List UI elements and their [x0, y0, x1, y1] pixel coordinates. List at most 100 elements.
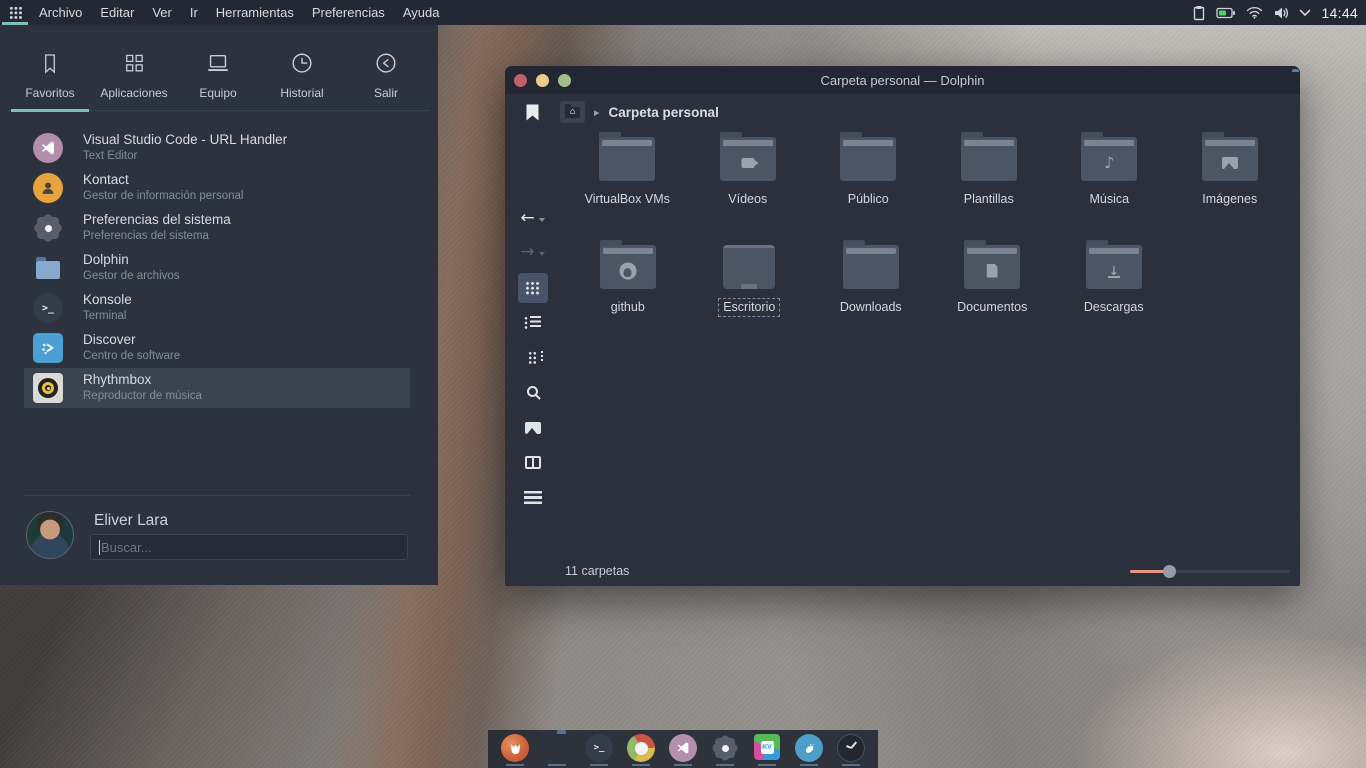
app-item-vscode[interactable]: Visual Studio Code - URL Handler Text Ed…	[24, 128, 410, 168]
title-bar[interactable]: Carpeta personal — Dolphin	[505, 66, 1300, 94]
folder-label: Música	[1085, 191, 1133, 208]
history-clock-icon	[289, 51, 315, 77]
window-title: Carpeta personal — Dolphin	[505, 73, 1300, 88]
app-item-kontact[interactable]: Kontact Gestor de información personal	[24, 168, 410, 208]
menu-archivo[interactable]: Archivo	[30, 0, 91, 25]
tab-historial[interactable]: Historial	[260, 25, 344, 110]
user-avatar[interactable]	[26, 511, 74, 559]
folder-virtualbox-vms[interactable]: VirtualBox VMs	[567, 130, 688, 208]
home-breadcrumb-button[interactable]	[560, 101, 585, 123]
folder-icon	[961, 137, 1017, 181]
search-input[interactable]	[91, 535, 407, 559]
folder-documentos[interactable]: Documentos	[932, 238, 1054, 316]
compact-view-icon	[528, 351, 538, 364]
top-panel: Archivo Editar Ver Ir Herramientas Prefe…	[0, 0, 1366, 25]
app-item-discover[interactable]: Discover Centro de software	[24, 328, 410, 368]
dock-firefox[interactable]	[500, 732, 530, 766]
folder-icon	[600, 245, 656, 289]
folder-label: Público	[844, 191, 893, 208]
folder-imagenes[interactable]: Imágenes	[1170, 130, 1291, 208]
tab-salir[interactable]: Salir	[344, 25, 428, 110]
dock-terminal[interactable]: >_	[584, 732, 614, 766]
app-name: Visual Studio Code - URL Handler	[83, 132, 287, 149]
dock-file-manager[interactable]	[542, 732, 572, 766]
chevron-down-icon[interactable]	[1299, 9, 1311, 17]
folder-github[interactable]: github	[567, 238, 689, 316]
dock: >_ KV	[488, 730, 878, 768]
tab-favoritos[interactable]: Favoritos	[8, 25, 92, 110]
bookmark-icon[interactable]	[526, 104, 539, 121]
folder-label: Escritorio	[719, 299, 779, 316]
search-button[interactable]	[505, 386, 560, 397]
terminal-icon: >_	[585, 734, 613, 762]
hamburger-menu-icon	[524, 491, 542, 504]
app-launcher-button[interactable]	[0, 0, 30, 25]
clipboard-icon[interactable]	[1192, 5, 1206, 21]
folder-descargas[interactable]: Descargas	[1053, 238, 1175, 316]
exit-back-icon	[373, 51, 399, 77]
preview-button[interactable]	[505, 422, 560, 434]
desktop-icon	[723, 245, 775, 289]
folder-label: github	[607, 299, 649, 316]
dock-vscode[interactable]	[668, 732, 698, 766]
compact-view-button[interactable]	[505, 351, 560, 364]
app-item-preferencias[interactable]: Preferencias del sistema Preferencias de…	[24, 208, 410, 248]
folder-label: Imágenes	[1198, 191, 1261, 208]
app-item-rhythmbox[interactable]: Rhythmbox Reproductor de música	[24, 368, 410, 408]
document-emblem-icon	[987, 264, 998, 278]
app-item-dolphin[interactable]: Dolphin Gestor de archivos	[24, 248, 410, 288]
folder-publico[interactable]: Público	[808, 130, 929, 208]
app-name: Kontact	[83, 172, 243, 189]
status-bar: 11 carpetas	[505, 556, 1300, 586]
menu-herramientas[interactable]: Herramientas	[207, 0, 303, 25]
folder-icon	[599, 137, 655, 181]
menu-ver[interactable]: Ver	[143, 0, 181, 25]
forward-dropdown-icon[interactable]	[539, 252, 545, 256]
dock-chromium[interactable]	[626, 732, 656, 766]
location-bar: ▸ Carpeta personal	[505, 94, 1300, 130]
list-view-button[interactable]	[505, 316, 560, 329]
clock-icon	[837, 734, 865, 762]
split-view-button[interactable]	[505, 456, 560, 469]
app-item-konsole[interactable]: >_ Konsole Terminal	[24, 288, 410, 328]
folder-icon	[964, 245, 1020, 289]
grid-view-button[interactable]	[505, 273, 560, 303]
back-dropdown-icon[interactable]	[539, 218, 545, 222]
firefox-icon	[501, 734, 529, 762]
menu-editar[interactable]: Editar	[91, 0, 143, 25]
tab-equipo[interactable]: Equipo	[176, 25, 260, 110]
folder-icon	[843, 245, 899, 289]
zoom-slider[interactable]	[1130, 570, 1290, 573]
tab-label: Aplicaciones	[100, 86, 167, 100]
folder-label: Downloads	[836, 299, 906, 316]
wifi-icon[interactable]	[1246, 6, 1263, 19]
back-button[interactable]: ←	[505, 210, 560, 227]
app-desc: Text Editor	[83, 149, 287, 163]
dock-settings[interactable]	[710, 732, 740, 766]
breadcrumb[interactable]: Carpeta personal	[609, 105, 719, 120]
dock-music-app[interactable]	[794, 732, 824, 766]
favorites-list: Visual Studio Code - URL Handler Text Ed…	[24, 128, 410, 408]
tab-aplicaciones[interactable]: Aplicaciones	[92, 25, 176, 110]
music-app-icon	[795, 734, 823, 762]
clock[interactable]: 14:44	[1321, 5, 1358, 21]
folder-musica[interactable]: ♪ Música	[1049, 130, 1170, 208]
folder-icon	[840, 137, 896, 181]
menu-ayuda[interactable]: Ayuda	[394, 0, 449, 25]
back-arrow-icon: ←	[520, 210, 534, 227]
menu-button[interactable]	[505, 491, 560, 504]
zoom-slider-knob[interactable]	[1163, 565, 1176, 578]
dock-clock[interactable]	[836, 732, 866, 766]
battery-icon[interactable]	[1216, 7, 1236, 19]
folder-downloads[interactable]: Downloads	[810, 238, 932, 316]
folder-plantillas[interactable]: Plantillas	[929, 130, 1050, 208]
menu-ir[interactable]: Ir	[181, 0, 207, 25]
menu-preferencias[interactable]: Preferencias	[303, 0, 394, 25]
forward-button[interactable]: →	[505, 244, 560, 261]
volume-icon[interactable]	[1273, 6, 1289, 20]
folder-escritorio[interactable]: Escritorio	[689, 238, 811, 316]
app-desc: Terminal	[83, 309, 132, 323]
search-box	[90, 534, 408, 560]
dock-kvantum[interactable]: KV	[752, 732, 782, 766]
folder-videos[interactable]: Vídeos	[688, 130, 809, 208]
